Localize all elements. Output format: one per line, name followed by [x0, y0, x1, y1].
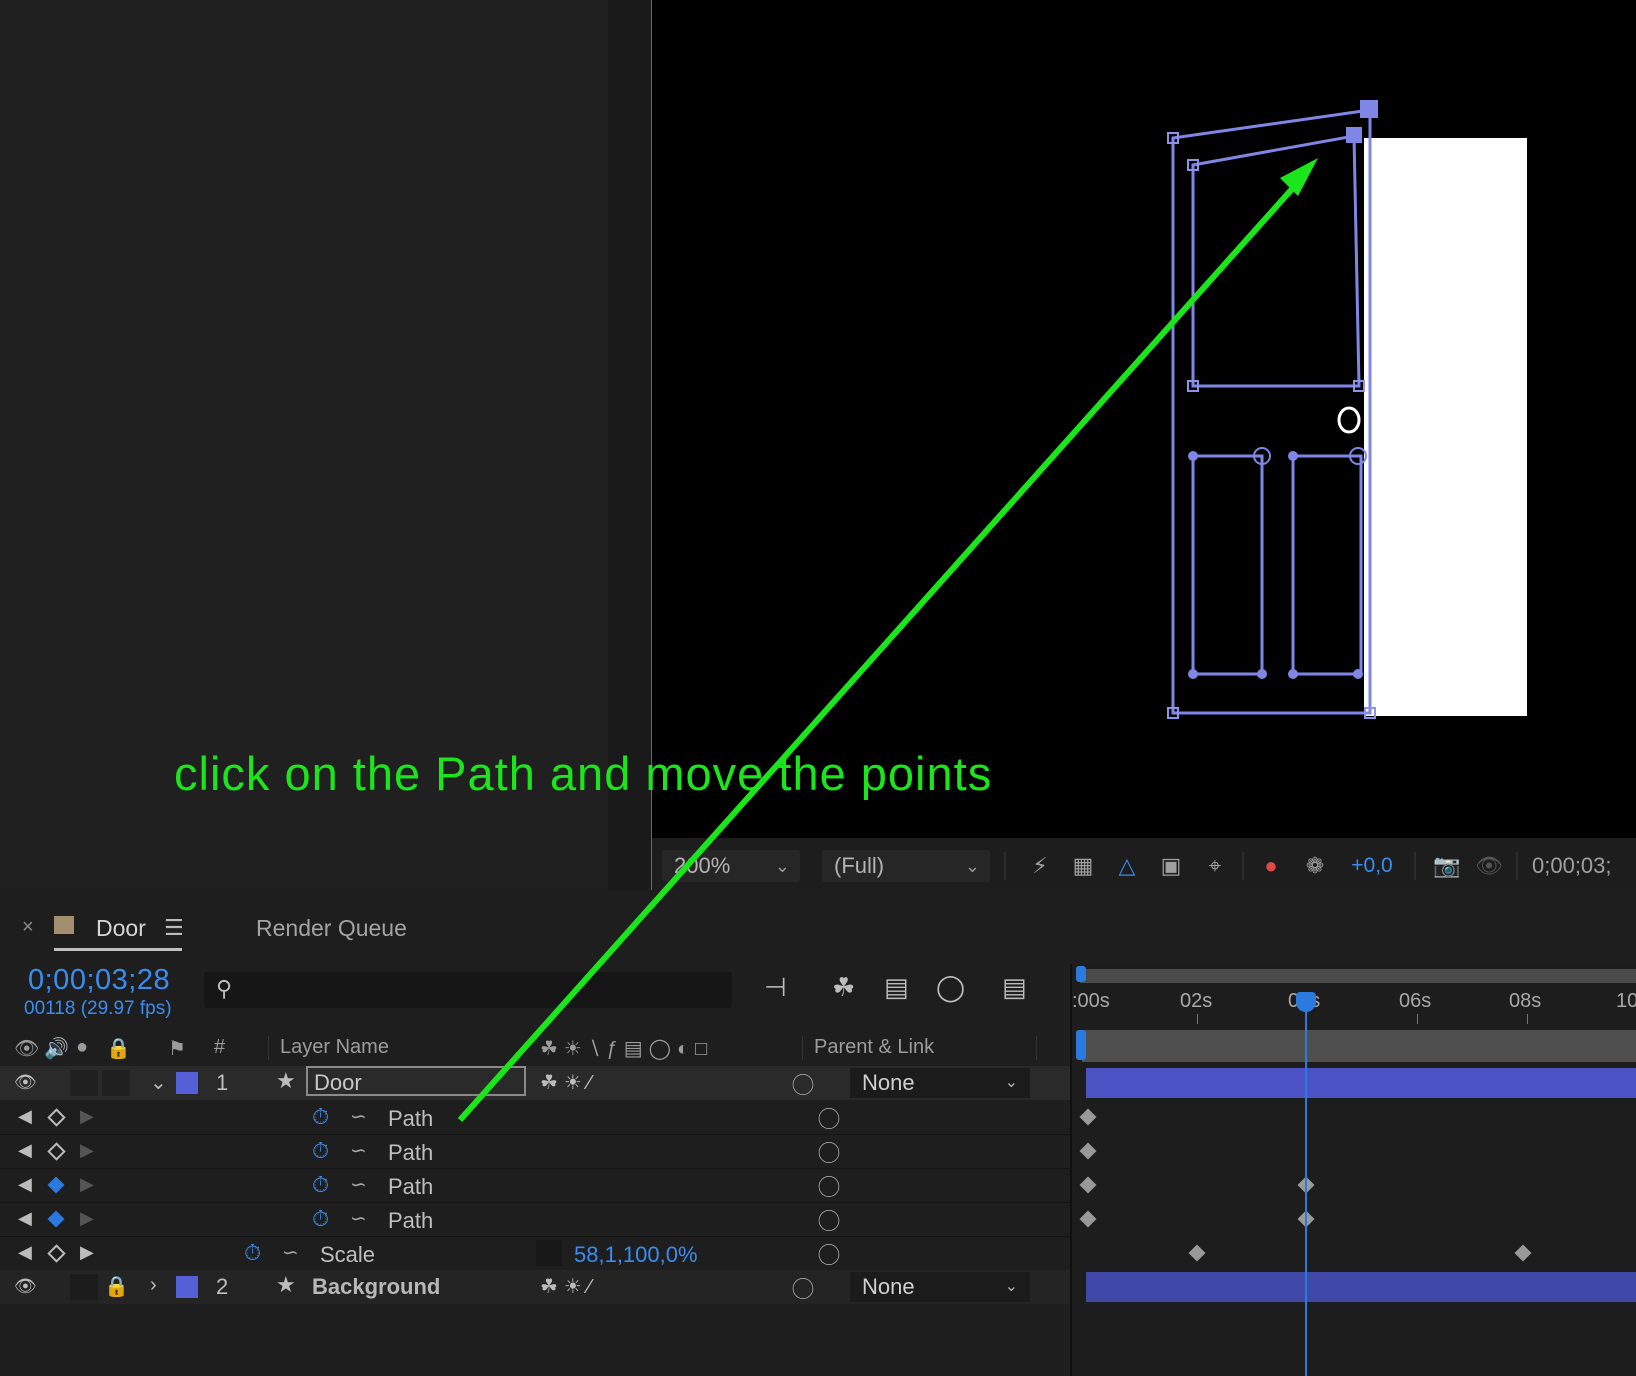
- annotation-arrowhead: [1280, 158, 1318, 196]
- annotation-arrow: [457, 158, 1318, 1122]
- annotation-arrow-line: [457, 178, 1303, 1122]
